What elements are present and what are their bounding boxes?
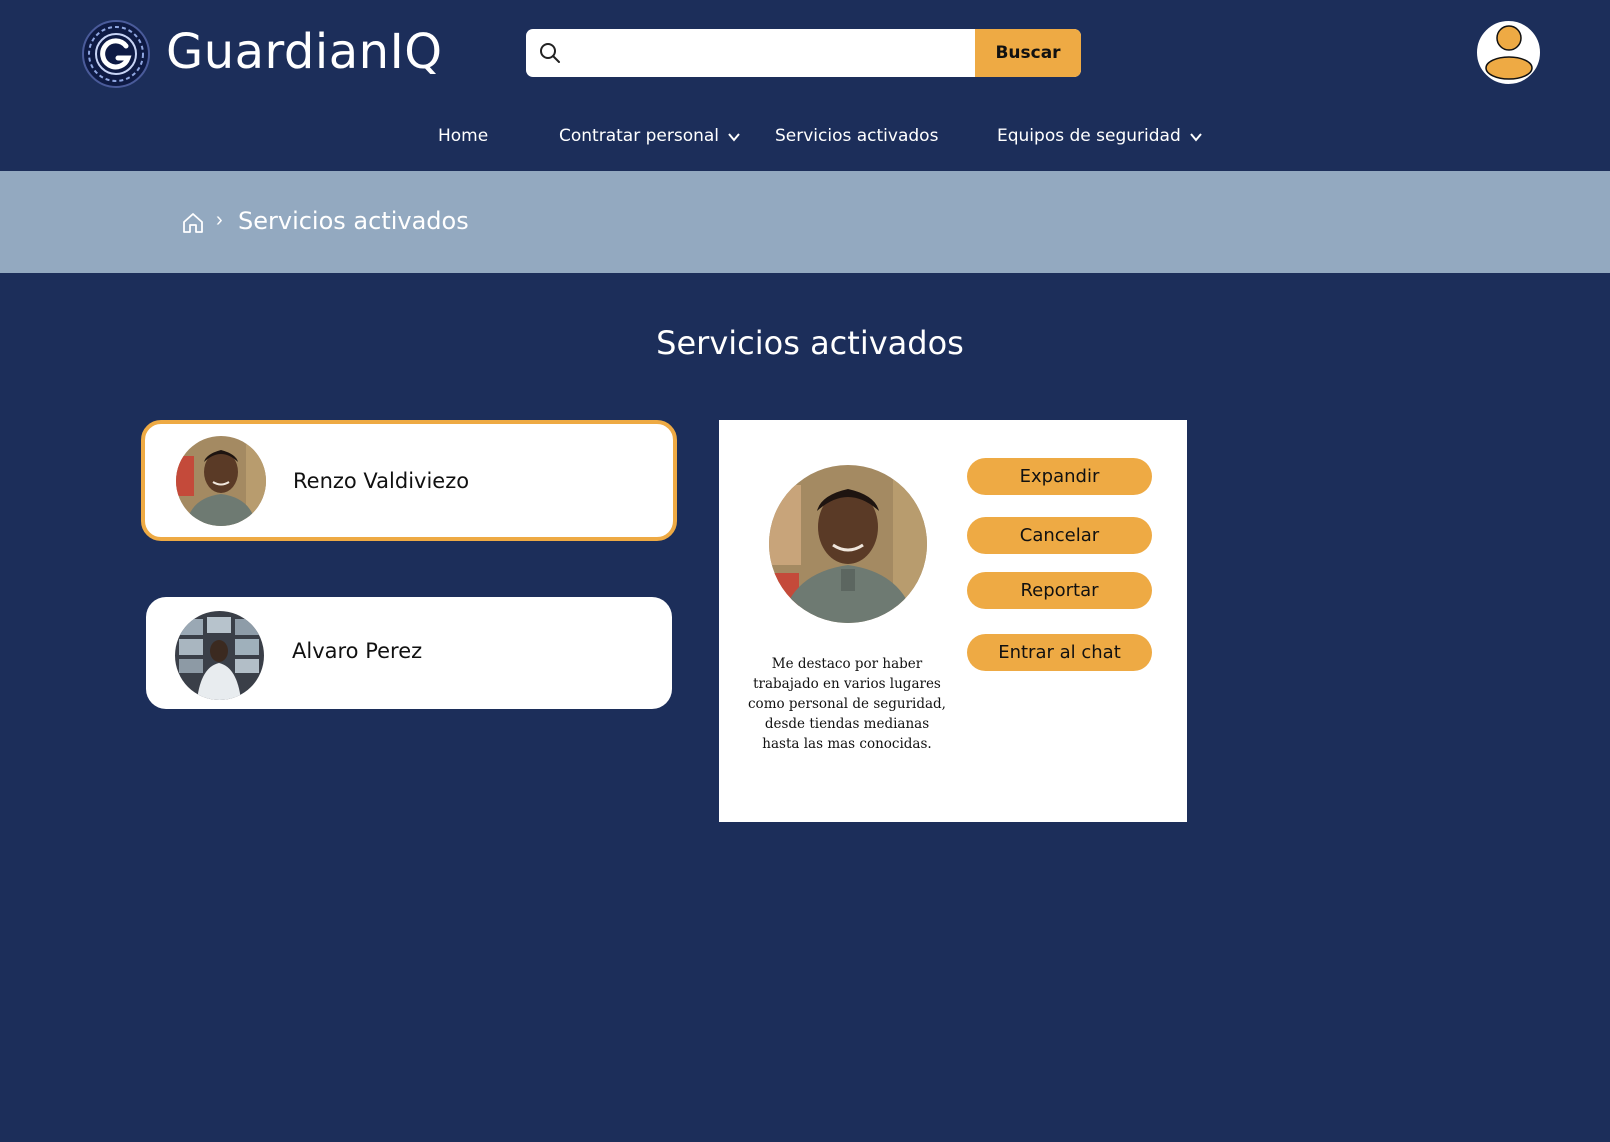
nav-item-label: Equipos de seguridad (997, 126, 1181, 146)
person-photo (175, 611, 264, 700)
cancel-button[interactable]: Cancelar (967, 517, 1152, 554)
main-nav: Home Contratar personal Servicios activa… (0, 126, 1610, 152)
user-profile-button[interactable] (1475, 19, 1542, 86)
person-card-selected[interactable]: Renzo Valdiviezo (141, 420, 677, 541)
nav-item-label: Home (438, 126, 489, 146)
home-icon[interactable] (181, 211, 205, 235)
brand-name: GuardianIQ (166, 24, 443, 80)
service-detail-panel: Me destaco por haber trabajado en varios… (719, 420, 1187, 822)
person-description: Me destaco por haber trabajado en varios… (748, 656, 946, 752)
person-photo (176, 436, 266, 526)
chevron-down-icon (1189, 129, 1203, 143)
logo-icon[interactable] (82, 20, 150, 88)
page-title: Servicios activados (656, 324, 964, 362)
nav-item-equipos-de-seguridad[interactable]: Equipos de seguridad (997, 126, 1203, 146)
search-button[interactable]: Buscar (975, 29, 1081, 77)
nav-item-label: Servicios activados (775, 126, 939, 146)
breadcrumb-separator: › (216, 209, 223, 231)
detail-person-photo (769, 465, 927, 623)
search-input[interactable] (572, 29, 1002, 77)
breadcrumb-current: Servicios activados (238, 207, 469, 235)
nav-item-servicios-activados[interactable]: Servicios activados (775, 126, 938, 146)
chevron-down-icon (727, 129, 741, 143)
search-icon (538, 41, 562, 65)
header: GuardianIQ Buscar Home Contratar persona… (0, 0, 1610, 171)
report-button[interactable]: Reportar (967, 572, 1152, 609)
person-name: Renzo Valdiviezo (293, 469, 470, 493)
nav-item-contratar-personal[interactable]: Contratar personal (559, 126, 741, 146)
nav-item-home[interactable]: Home (438, 126, 488, 146)
breadcrumb: › Servicios activados (0, 171, 1610, 273)
expand-button[interactable]: Expandir (967, 458, 1152, 495)
search-bar: Buscar (526, 29, 1081, 77)
person-name: Alvaro Perez (292, 639, 423, 663)
enter-chat-button[interactable]: Entrar al chat (967, 634, 1152, 671)
nav-item-label: Contratar personal (559, 126, 720, 146)
person-card[interactable]: Alvaro Perez (146, 597, 672, 709)
